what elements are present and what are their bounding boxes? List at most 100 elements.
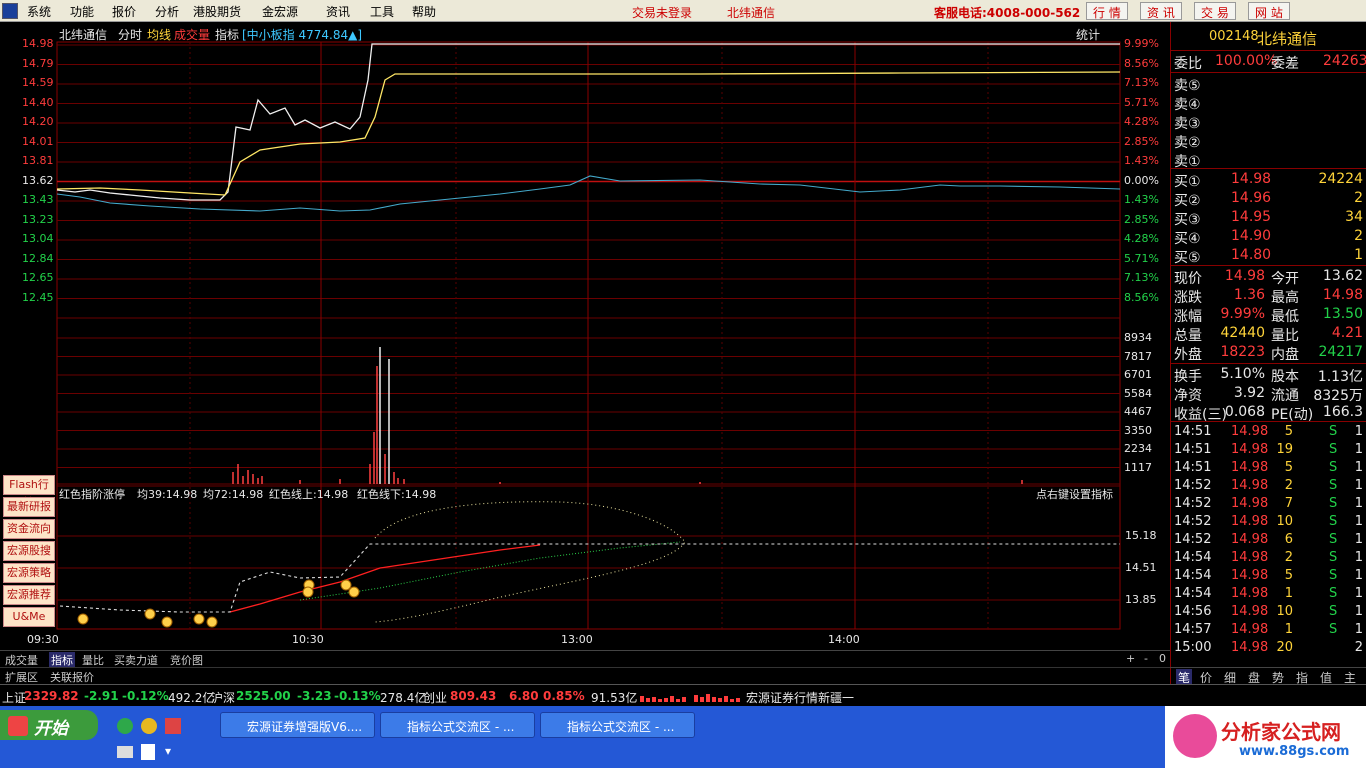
tick-volume: 10: [1276, 604, 1293, 619]
side-btn-ume[interactable]: U&Me: [3, 607, 55, 627]
tick-time: 14:56: [1174, 604, 1212, 619]
tick-volume: 2: [1284, 550, 1293, 565]
menu-analysis[interactable]: 分析: [155, 3, 179, 20]
btab-extension[interactable]: 扩展区: [5, 669, 38, 685]
menu-tools[interactable]: 工具: [370, 3, 394, 20]
login-status: 交易未登录: [632, 6, 693, 20]
price-label: 12.65: [22, 271, 54, 284]
btab-indicator[interactable]: 指标: [49, 652, 75, 668]
price-label: 13.81: [22, 154, 54, 167]
buy-label: 买⑤: [1174, 250, 1201, 266]
price-label: 14.98: [22, 37, 54, 50]
side-btn-recommend[interactable]: 宏源推荐: [3, 585, 55, 605]
tick-volume: 2: [1284, 478, 1293, 493]
buy-volume: 1: [1354, 247, 1363, 263]
tick-volume: 5: [1284, 424, 1293, 439]
side-btn-flash[interactable]: Flash行情: [3, 475, 55, 509]
time-label-1300: 13:00: [561, 633, 593, 646]
side-btn-research[interactable]: 最新研报: [3, 497, 55, 517]
buy-price: 14.95: [1231, 209, 1272, 225]
windows-icon[interactable]: [165, 718, 181, 734]
tick-time: 14:54: [1174, 568, 1212, 583]
start-button[interactable]: 开始: [0, 710, 98, 740]
tick-price: 14.98: [1231, 496, 1269, 511]
volume-label: 1117: [1124, 460, 1152, 474]
tick-volume: 1: [1284, 586, 1293, 601]
task-hongyuan[interactable]: 宏源证券增强版V6....: [220, 712, 375, 738]
buy-row[interactable]: 买③ 14.95 34: [1171, 208, 1366, 228]
chart-canvas[interactable]: [0, 22, 1170, 650]
percent-label: 0.00%: [1124, 173, 1159, 187]
tab-volume[interactable]: 成交量: [174, 26, 210, 43]
tray-arrow-icon[interactable]: ▾: [165, 744, 171, 758]
buy-row[interactable]: 买⑤ 14.80 1: [1171, 246, 1366, 266]
menu-function[interactable]: 功能: [70, 3, 94, 20]
fund-value: 0.068: [1224, 404, 1265, 420]
side-btn-stock-search[interactable]: 宏源股搜: [3, 541, 55, 561]
help-icon[interactable]: [141, 744, 155, 760]
tick-count: 1: [1354, 568, 1363, 583]
btab-related-quote[interactable]: 关联报价: [50, 669, 94, 685]
menu-help[interactable]: 帮助: [412, 3, 436, 20]
tick-price: 14.98: [1231, 550, 1269, 565]
browser-icon[interactable]: [141, 718, 157, 734]
trade-signal-icon: [340, 579, 352, 591]
fund-value: 1.13亿: [1317, 369, 1363, 385]
tab-news[interactable]: 资 讯: [1140, 2, 1182, 20]
tab-website[interactable]: 网 站: [1248, 2, 1290, 20]
menu-jinhongyuan[interactable]: 金宏源: [262, 3, 298, 20]
buy-row[interactable]: 买① 14.98 24224: [1171, 170, 1366, 190]
keyboard-icon[interactable]: [117, 746, 133, 758]
btab-buy-sell[interactable]: 买卖力道: [114, 652, 158, 668]
trade-signal-icon: [348, 586, 360, 598]
btab-auction[interactable]: 竞价图: [170, 652, 203, 668]
news-ticker[interactable]: 宏源证券行情新疆一: [746, 689, 854, 706]
zoom-reset-button[interactable]: 0: [1159, 652, 1166, 665]
menu-bar: 系统 功能 报价 分析 港股期货 金宏源 资讯 工具 帮助 交易未登录 北纬通信…: [0, 0, 1366, 22]
tab-quote[interactable]: 行 情: [1086, 2, 1128, 20]
menu-system[interactable]: 系统: [27, 3, 51, 20]
trade-signal-icon: [144, 608, 156, 620]
indicator-ma72: 均72:14.98: [203, 488, 264, 501]
tab-ma-line[interactable]: 均线: [147, 26, 171, 43]
buy-row[interactable]: 买④ 14.90 2: [1171, 227, 1366, 247]
menu-quote[interactable]: 报价: [112, 3, 136, 20]
hs-amount: 278.4亿: [380, 691, 427, 705]
percent-label: 1.43%: [1124, 193, 1159, 206]
tick-volume: 19: [1276, 442, 1293, 457]
side-btn-strategy[interactable]: 宏源策略: [3, 563, 55, 583]
tab-time-share[interactable]: 分时: [118, 26, 142, 43]
menu-news[interactable]: 资讯: [326, 3, 350, 20]
tick-count: 1: [1354, 424, 1363, 439]
volume-label: 2234: [1124, 442, 1152, 455]
index-ticker: [中小板指 4774.84▲]: [242, 28, 363, 42]
tick-count: 1: [1354, 460, 1363, 475]
tick-row: 14:52 14.98 7 S 1: [1171, 495, 1366, 513]
menu-hk-futures[interactable]: 港股期货: [193, 3, 241, 20]
task-formula-1[interactable]: 指标公式交流区 - ...: [380, 712, 535, 738]
btab-volume-ratio[interactable]: 量比: [82, 652, 104, 668]
tick-volume: 5: [1284, 568, 1293, 583]
stat-value: 13.62: [1322, 268, 1363, 284]
ie-icon[interactable]: [117, 718, 133, 734]
intraday-chart[interactable]: 北纬通信 分时 均线 成交量 指标 [中小板指 4774.84▲] 统计 14.…: [0, 22, 1170, 650]
tick-time: 14:52: [1174, 514, 1212, 529]
stat-row: 涨幅 9.99% 最低 13.50: [1171, 305, 1366, 325]
stats-button[interactable]: 统计: [1076, 26, 1100, 43]
task-formula-2[interactable]: 指标公式交流区 - ...: [540, 712, 695, 738]
tick-price: 14.98: [1231, 478, 1269, 493]
stat-value: 14.98: [1322, 287, 1363, 303]
tab-indicator[interactable]: 指标: [215, 26, 239, 43]
zoom-out-button[interactable]: -: [1144, 652, 1148, 665]
btab-volume[interactable]: 成交量: [5, 652, 38, 668]
flower-logo-icon: [1173, 714, 1217, 758]
zoom-in-button[interactable]: +: [1126, 652, 1135, 665]
side-btn-fund-flow[interactable]: 资金流向: [3, 519, 55, 539]
price-label: 14.40: [22, 95, 54, 109]
app-icon[interactable]: [2, 3, 18, 19]
tick-row: 14:54 14.98 5 S 1: [1171, 567, 1366, 585]
buy-row[interactable]: 买② 14.96 2: [1171, 189, 1366, 209]
extension-tabs: 扩展区 关联报价: [0, 667, 1170, 684]
volume-label: 5584: [1124, 386, 1152, 400]
tab-trade[interactable]: 交 易: [1194, 2, 1236, 20]
